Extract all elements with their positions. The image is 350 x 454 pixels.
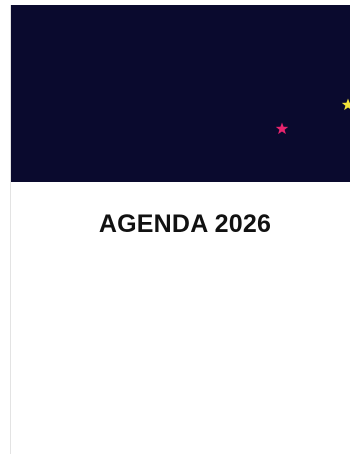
page-title: AGENDA 2026 [98, 210, 272, 238]
agenda-card[interactable]: AGENDA 2026 [10, 5, 350, 454]
night-sky-background [11, 5, 350, 182]
hero-image [11, 5, 350, 182]
hero-illustration [11, 5, 350, 182]
page: AGENDA 2026 [0, 0, 350, 454]
